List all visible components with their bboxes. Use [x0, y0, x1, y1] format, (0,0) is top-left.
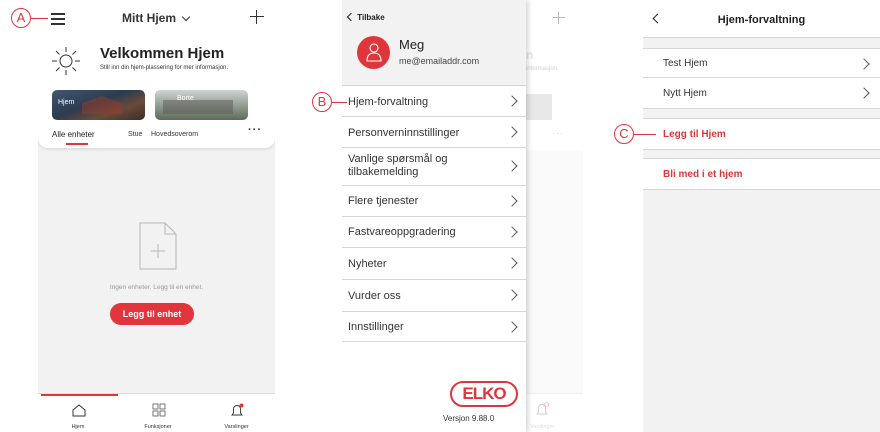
- mode-card-home-label: Hjem: [58, 99, 75, 106]
- nav-home-label[interactable]: Hjem: [38, 424, 118, 430]
- join-home-button[interactable]: Bli med i et hjem: [643, 158, 880, 190]
- chevron-right-icon: [506, 289, 518, 301]
- nav-functions-label[interactable]: Funksjoner: [118, 424, 198, 430]
- callout-c-line: [634, 134, 656, 135]
- tab-all-devices[interactable]: Alle enheter: [52, 130, 95, 139]
- menu-item-label: Hjem-forvaltning: [348, 96, 429, 108]
- nav-active-indicator: [41, 394, 118, 396]
- callout-c: C: [614, 124, 634, 144]
- nav-notifications-label[interactable]: Varslinger: [198, 424, 275, 430]
- page-title: Hjem-forvaltning: [717, 14, 806, 26]
- mode-card-away-label: Borte: [177, 95, 194, 102]
- chevron-right-icon: [506, 321, 518, 333]
- empty-state-text: Ingen enheter. Legg til en enhet.: [109, 284, 204, 291]
- chevron-right-icon: [858, 58, 870, 70]
- user-icon: [366, 43, 382, 62]
- home-list-item[interactable]: Test Hjem: [643, 48, 880, 78]
- menu-item-more-services[interactable]: Flere tjenester: [342, 185, 526, 216]
- hamburger-menu-icon[interactable]: [51, 13, 65, 25]
- more-icon[interactable]: ···: [248, 124, 262, 136]
- tab-living-room[interactable]: Stue: [128, 131, 142, 138]
- back-button[interactable]: Tilbake: [346, 12, 385, 22]
- chevron-right-icon: [506, 195, 518, 207]
- bell-icon[interactable]: [229, 403, 245, 418]
- welcome-subtitle[interactable]: Still inn din hjem-plassering for mer in…: [100, 65, 228, 71]
- functions-grid-icon[interactable]: [152, 403, 166, 417]
- screen-home: Mitt Hjem Velkommen Hjem Still inn din h…: [38, 0, 275, 432]
- add-home-button[interactable]: Legg til Hjem: [643, 118, 880, 150]
- home-name: Nytt Hjem: [663, 88, 707, 99]
- menu-item-home-management[interactable]: Hjem-forvaltning: [342, 85, 526, 116]
- logo-text: ELKO: [462, 384, 506, 403]
- active-tab-indicator: [66, 143, 88, 145]
- menu-item-label: Vanlige spørsmål og tilbakemelding: [348, 153, 448, 178]
- menu-item-firmware-upgrade[interactable]: Fastvareoppgradering: [342, 216, 526, 247]
- callout-a-line: [31, 18, 48, 19]
- faded-notifications-label: Varslinger: [530, 424, 555, 430]
- menu-item-news[interactable]: Nyheter: [342, 247, 526, 279]
- avatar[interactable]: [357, 36, 390, 69]
- home-title: Mitt Hjem: [122, 11, 176, 25]
- callout-b-line: [332, 102, 347, 103]
- screen-home-management: Hjem-forvaltning Test Hjem Nytt Hjem Leg…: [643, 0, 880, 432]
- mode-card-away[interactable]: Borte: [155, 90, 248, 120]
- side-drawer: Tilbake Meg me@emailaddr.com Hjem-forval…: [342, 0, 526, 432]
- callout-b: B: [312, 92, 332, 112]
- menu-item-rate-us[interactable]: Vurder oss: [342, 279, 526, 311]
- callout-a: A: [11, 8, 31, 28]
- user-email: me@emailaddr.com: [399, 56, 480, 66]
- menu-item-faq[interactable]: Vanlige spørsmål og tilbakemelding: [342, 147, 526, 185]
- home-list-item[interactable]: Nytt Hjem: [643, 78, 880, 109]
- back-label: Tilbake: [357, 13, 385, 22]
- menu-item-label: Personverninnstillinger: [348, 127, 460, 139]
- chevron-right-icon: [506, 95, 518, 107]
- nav-bar: Hjem-forvaltning: [643, 0, 880, 38]
- screen-menu: n informasjon. ··· Varslinger Tilbake Me…: [342, 0, 583, 432]
- chevron-right-icon: [506, 226, 518, 238]
- empty-document-icon: [139, 222, 177, 270]
- version-text: Versjon 9.88.0: [443, 414, 495, 423]
- chevron-right-icon: [506, 126, 518, 138]
- add-device-button[interactable]: Legg til enhet: [110, 303, 194, 325]
- welcome-title: Velkommen Hjem: [100, 45, 225, 62]
- chevron-right-icon: [858, 87, 870, 99]
- menu-item-label: Vurder oss: [348, 290, 401, 302]
- background-home-faded: n informasjon. ··· Varslinger: [526, 0, 583, 432]
- user-name: Meg: [399, 37, 425, 52]
- chevron-right-icon: [506, 160, 518, 172]
- back-chevron-icon: [346, 12, 356, 22]
- home-header-panel: Mitt Hjem Velkommen Hjem Still inn din h…: [38, 0, 275, 148]
- add-icon[interactable]: [250, 10, 264, 24]
- sun-icon: [52, 47, 80, 75]
- menu-item-privacy[interactable]: Personverninnstillinger: [342, 116, 526, 147]
- elko-logo: ELKO: [450, 381, 518, 407]
- chevron-down-icon: [182, 12, 191, 22]
- menu-item-label: Fastvareoppgradering: [348, 226, 456, 238]
- home-name: Test Hjem: [663, 58, 708, 69]
- home-selector[interactable]: Mitt Hjem: [122, 11, 191, 25]
- home-icon[interactable]: [72, 404, 86, 417]
- menu-item-label: Flere tjenester: [348, 195, 419, 207]
- join-home-label: Bli med i et hjem: [663, 169, 743, 180]
- menu-item-label: Innstillinger: [348, 321, 404, 333]
- tab-master-bedroom[interactable]: Hovedsoverom: [151, 131, 198, 138]
- add-home-label: Legg til Hjem: [663, 129, 726, 140]
- bottom-nav: Hjem Funksjoner Varslinger: [38, 393, 275, 432]
- chevron-right-icon: [506, 257, 518, 269]
- mode-card-home[interactable]: Hjem: [52, 90, 145, 120]
- faded-add-icon: [553, 12, 565, 24]
- menu-item-label: Nyheter: [348, 258, 387, 270]
- menu-item-settings[interactable]: Innstillinger: [342, 311, 526, 342]
